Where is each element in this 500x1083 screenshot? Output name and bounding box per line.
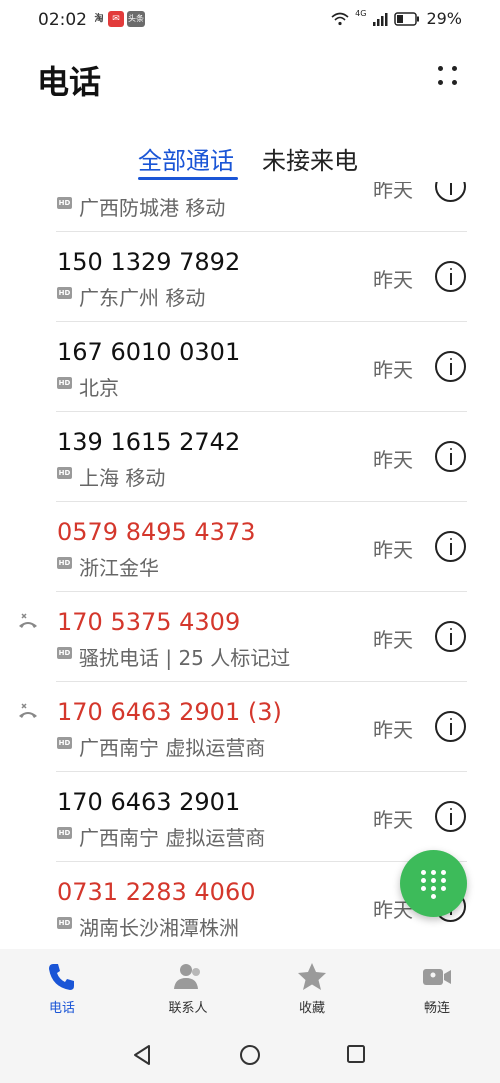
battery-percentage: 29% xyxy=(426,9,462,28)
call-row[interactable]: 170 5375 4309 HD 骚扰电话 | 25 人标记过 昨天 xyxy=(0,592,500,682)
call-time: 昨天 xyxy=(373,358,413,382)
system-navigation-bar xyxy=(0,1024,500,1083)
call-number: 170 6463 2901 xyxy=(57,788,241,816)
nav-label: 联系人 xyxy=(168,1001,208,1016)
hd-icon: HD xyxy=(57,827,72,839)
call-number: 150 1329 7892 xyxy=(57,248,241,276)
call-row[interactable]: 139 1615 2742 HD 上海 移动 昨天 xyxy=(0,412,500,502)
info-icon[interactable] xyxy=(435,351,466,382)
hd-icon: HD xyxy=(57,737,72,749)
nav-favorites[interactable]: 收藏 xyxy=(272,961,352,1021)
hd-icon: HD xyxy=(57,917,72,929)
call-time: 昨天 xyxy=(373,268,413,292)
call-row[interactable]: 167 6010 0301 HD 北京 昨天 xyxy=(0,322,500,412)
star-icon xyxy=(298,963,326,990)
call-number: 139 1615 2742 xyxy=(57,428,241,456)
toutiao-notification-icon: 头条 xyxy=(127,11,145,27)
call-location: 广西南宁 虚拟运营商 xyxy=(79,826,266,850)
dialpad-button[interactable] xyxy=(400,850,467,917)
status-time: 02:02 xyxy=(38,10,87,30)
page-title: 电话 xyxy=(37,63,102,101)
hd-icon: HD xyxy=(57,647,72,659)
more-options-icon[interactable] xyxy=(430,62,470,92)
call-time: 昨天 xyxy=(373,538,413,562)
network-type-icon: 4G xyxy=(355,9,367,18)
nav-label: 电话 xyxy=(48,1001,75,1016)
call-time: 昨天 xyxy=(373,718,413,742)
bottom-navigation: 电话 联系人 收藏 畅连 xyxy=(0,949,500,1024)
taobao-notification-icon: 淘 xyxy=(94,14,104,24)
phone-icon xyxy=(49,964,74,990)
tab-all-calls[interactable]: 全部通话 xyxy=(138,141,234,176)
nav-phone[interactable]: 电话 xyxy=(22,961,102,1021)
call-time: 昨天 xyxy=(373,448,413,472)
info-icon[interactable] xyxy=(435,531,466,562)
call-number: 170 5375 4309 xyxy=(57,608,241,636)
call-location: 浙江金华 xyxy=(79,556,159,580)
rejected-call-icon xyxy=(19,703,37,718)
video-call-icon xyxy=(423,969,451,985)
call-location: 骚扰电话 | 25 人标记过 xyxy=(79,646,291,670)
signal-icon xyxy=(373,12,388,26)
call-row[interactable]: 170 6463 2901 (3) HD 广西南宁 虚拟运营商 昨天 xyxy=(0,682,500,772)
info-icon[interactable] xyxy=(435,711,466,742)
recents-icon[interactable] xyxy=(346,1044,366,1064)
info-icon[interactable] xyxy=(435,801,466,832)
hd-icon: HD xyxy=(57,557,72,569)
nav-label: 畅连 xyxy=(423,1001,450,1016)
back-icon[interactable] xyxy=(132,1044,152,1066)
active-tab-indicator xyxy=(138,177,238,180)
call-time: 昨天 xyxy=(373,628,413,652)
call-row[interactable]: 0579 8495 4373 HD 浙江金华 昨天 xyxy=(0,502,500,592)
home-icon[interactable] xyxy=(239,1044,261,1066)
call-location: 广东广州 移动 xyxy=(79,286,206,310)
call-row[interactable]: 150 1329 7892 HD 广东广州 移动 昨天 xyxy=(0,232,500,322)
call-location: 广西南宁 虚拟运营商 xyxy=(79,736,266,760)
call-log-list[interactable]: HD 广西防城港 移动 昨天 150 1329 7892 HD 广东广州 移动 … xyxy=(0,182,500,949)
info-icon[interactable] xyxy=(435,182,466,202)
call-location: 北京 xyxy=(79,376,119,400)
call-number: 0731 2283 4060 xyxy=(57,878,256,906)
info-icon[interactable] xyxy=(435,621,466,652)
hd-icon: HD xyxy=(57,197,72,209)
info-icon[interactable] xyxy=(435,441,466,472)
hd-icon: HD xyxy=(57,287,72,299)
battery-icon xyxy=(394,11,420,26)
rejected-call-icon xyxy=(19,613,37,628)
hd-icon: HD xyxy=(57,467,72,479)
call-time: 昨天 xyxy=(373,182,413,202)
status-indicators: 4G 29% xyxy=(331,9,462,28)
call-number: 0579 8495 4373 xyxy=(57,518,256,546)
info-icon[interactable] xyxy=(435,261,466,292)
contacts-icon xyxy=(174,964,200,989)
app-notification-icon: ✉ xyxy=(108,11,124,27)
call-location: 广西防城港 移动 xyxy=(79,196,226,220)
status-bar: 02:02 淘 ✉ 头条 4G 29% xyxy=(0,0,500,40)
call-location: 上海 移动 xyxy=(79,466,166,490)
call-row[interactable]: HD 广西防城港 移动 昨天 xyxy=(0,182,500,232)
nav-meetime[interactable]: 畅连 xyxy=(397,961,477,1021)
nav-contacts[interactable]: 联系人 xyxy=(148,961,228,1021)
tab-missed-calls[interactable]: 未接来电 xyxy=(262,141,358,176)
wifi-icon xyxy=(331,12,349,25)
call-location: 湖南长沙湘潭株洲 xyxy=(79,916,239,940)
call-row[interactable]: 170 6463 2901 HD 广西南宁 虚拟运营商 昨天 xyxy=(0,772,500,862)
nav-label: 收藏 xyxy=(298,1001,325,1016)
call-number: 170 6463 2901 (3) xyxy=(57,698,282,726)
call-time: 昨天 xyxy=(373,808,413,832)
call-number: 167 6010 0301 xyxy=(57,338,241,366)
hd-icon: HD xyxy=(57,377,72,389)
